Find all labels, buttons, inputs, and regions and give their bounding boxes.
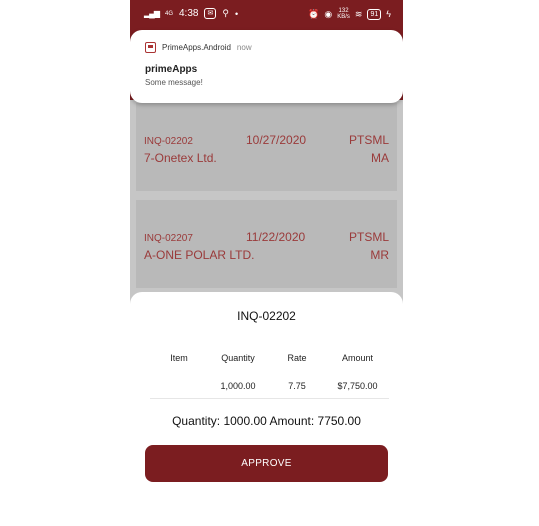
inquiry-card[interactable]: INQ-02202 10/27/2020 PTSML 7-Onetex Ltd.…: [136, 103, 397, 191]
signal-icon: ▂▄▆: [144, 9, 160, 18]
totals-summary: Quantity: 1000.00 Amount: 7750.00: [172, 414, 361, 428]
inquiry-list-overlay: INQ-02202 10/27/2020 PTSML 7-Onetex Ltd.…: [130, 100, 403, 310]
table-header: Item Quantity Rate Amount: [150, 353, 389, 363]
table-row: 1,000.00 7.75 $7,750.00: [150, 381, 389, 391]
inquiry-number: INQ-02207: [144, 233, 193, 244]
status-right: ⏰ ◉ 132 KB/s ≋ 91 ϟ: [308, 8, 391, 20]
header-amount: Amount: [341, 353, 374, 363]
customer-name: A-ONE POLAR LTD.: [144, 248, 255, 262]
alarm-icon: ⏰: [308, 8, 320, 19]
hotspot-icon: ◉: [324, 8, 333, 19]
inquiry-date: 11/22/2020: [246, 230, 306, 244]
inquiry-code: PTSML: [348, 133, 389, 147]
header-quantity: Quantity: [221, 353, 255, 363]
inquiry-subcode: MA: [371, 151, 389, 165]
charging-icon: ϟ: [386, 9, 391, 19]
cell-item: [150, 381, 208, 391]
cell-quantity: 1,000.00: [220, 381, 256, 391]
status-bar: ▂▄▆ 4G 4:38 ✉ ⚲ • ⏰ ◉ 132 KB/s ≋ 91 ϟ: [130, 0, 403, 28]
notification-message: Some message!: [145, 78, 203, 87]
usb-icon: ⚲: [222, 8, 229, 18]
notification-title: primeApps: [145, 64, 198, 75]
inquiry-subcode: MR: [370, 248, 389, 262]
inquiry-date: 10/27/2020: [246, 133, 307, 147]
notification-card[interactable]: PrimeApps.Android now primeApps Some mes…: [130, 30, 403, 103]
phone-screen: ▂▄▆ 4G 4:38 ✉ ⚲ • ⏰ ◉ 132 KB/s ≋ 91 ϟ IN…: [130, 0, 403, 526]
header-item: Item: [170, 353, 188, 363]
dot-icon: •: [234, 8, 239, 19]
inquiry-number: INQ-02202: [144, 136, 193, 147]
app-icon: [145, 42, 156, 53]
notification-header: PrimeApps.Android now: [145, 42, 252, 53]
sheet-title: INQ-02202: [237, 309, 296, 323]
inquiry-code: PTSML: [348, 230, 389, 244]
network-speed-unit: KB/s: [337, 14, 350, 20]
table-divider: [150, 398, 389, 399]
notification-icon: ✉: [204, 8, 217, 19]
approve-button[interactable]: APPROVE: [145, 445, 388, 482]
battery-icon: 91: [367, 8, 382, 20]
inquiry-card[interactable]: INQ-02207 11/22/2020 PTSML A-ONE POLAR L…: [136, 200, 397, 288]
status-left: ▂▄▆ 4G 4:38 ✉ ⚲ •: [144, 8, 238, 19]
wifi-icon: ≋: [354, 8, 363, 19]
header-rate: Rate: [287, 353, 307, 363]
cell-rate: 7.75: [288, 381, 306, 391]
inquiry-detail-sheet: INQ-02202 Item Quantity Rate Amount 1,00…: [130, 292, 403, 526]
network-speed: 132 KB/s: [337, 8, 350, 20]
clock: 4:38: [179, 8, 199, 19]
cell-amount: $7,750.00: [337, 381, 378, 391]
notification-app-name: PrimeApps.Android: [162, 43, 231, 52]
customer-name: 7-Onetex Ltd.: [144, 151, 217, 165]
network-type: 4G: [164, 10, 173, 17]
notification-time: now: [236, 43, 252, 52]
